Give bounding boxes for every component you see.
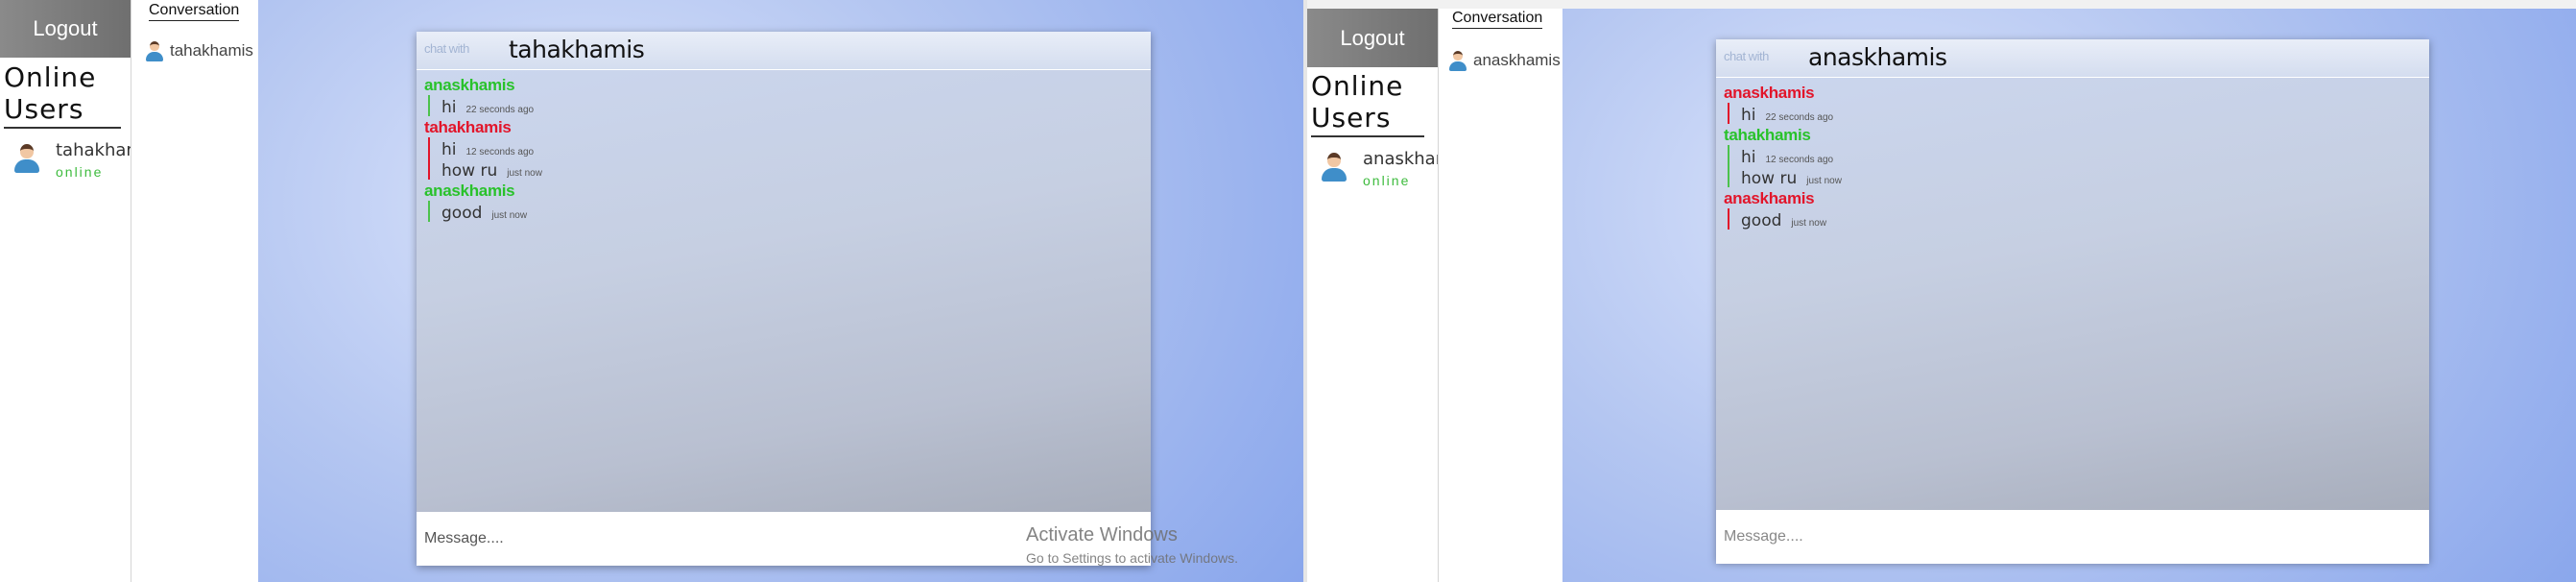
browser-top-strip [1307,0,2576,9]
message-time: just now [507,168,542,179]
chat-with-label: chat with [424,41,469,56]
online-users-title: Online Users [4,61,121,129]
message: hi 22 seconds ago [1741,106,1834,125]
message-sender: anaskhamis [424,76,515,94]
message-group: tahakhamis hi 12 seconds ago how ru just… [424,118,542,181]
chat-messages-area: anaskhamis hi 22 seconds ago tahakhamis … [1716,78,2429,510]
chat-header: chat with anaskhamis [1716,39,2429,78]
online-users-panel: Logout Online Users tahakhamis online [0,0,131,582]
online-users-panel: Logout Online Users anaskhamis online [1307,9,1438,582]
message-group: anaskhamis good just now [424,182,528,223]
user-avatar-icon [1317,149,1351,183]
chat-header: chat with tahakhamis [417,32,1151,70]
message: hi 12 seconds ago [1741,148,1834,167]
message-sender: tahakhamis [424,118,512,136]
message-sender: anaskhamis [424,182,515,200]
conversation-user-name: anaskhamis [1473,51,1561,69]
online-status: online [1363,173,1411,188]
chat-window: chat with anaskhamis anaskhamis hi 22 se… [1716,39,2429,564]
message-sender: anaskhamis [1724,189,1815,207]
chat-window: chat with tahakhamis anaskhamis hi 22 se… [417,32,1151,566]
conversation-title: Conversation [1452,10,1543,29]
message: how ru just now [441,161,542,181]
message-time: just now [1806,176,1842,186]
message: hi 12 seconds ago [441,140,535,159]
message-group: anaskhamis hi 22 seconds ago [424,76,535,117]
message-time: 12 seconds ago [1765,155,1834,165]
chat-messages-area: anaskhamis hi 22 seconds ago tahakhamis … [417,70,1151,512]
message-group: anaskhamis good just now [1724,189,1826,230]
online-user-entry[interactable]: tahakhamis online [10,140,131,180]
online-user-name: tahakhamis [56,140,131,160]
chat-with-label: chat with [1724,49,1769,63]
conversation-item[interactable]: tahakhamis [143,39,253,62]
message: good just now [441,204,528,223]
chat-title: tahakhamis [509,36,645,63]
user-avatar-icon [1446,49,1469,72]
user-avatar-icon [10,140,44,175]
message-time: 12 seconds ago [465,147,535,158]
conversation-title: Conversation [149,2,240,21]
online-status: online [56,164,104,180]
user-avatar-icon [143,39,166,62]
message-input[interactable] [1724,525,2152,548]
message-input[interactable] [424,527,865,550]
online-users-title: Online Users [1311,70,1424,137]
conversation-panel: Conversation tahakhamis [131,0,258,582]
message: how ru just now [1741,169,1842,188]
message-time: just now [1791,218,1827,229]
conversation-panel: Conversation anaskhamis [1438,9,1562,582]
message-group: anaskhamis hi 22 seconds ago [1724,84,1834,125]
message-sender: anaskhamis [1724,84,1815,102]
chat-title: anaskhamis [1808,43,1947,71]
message-input-bar [1716,510,2429,564]
online-user-name: anaskhamis [1363,149,1438,169]
conversation-user-name: tahakhamis [170,41,253,60]
activate-windows-watermark: Activate Windows Go to Settings to activ… [1026,524,1238,566]
message-sender: tahakhamis [1724,126,1811,144]
logout-button[interactable]: Logout [0,0,131,58]
message-time: 22 seconds ago [1765,112,1834,123]
left-browser-pane: Logout Online Users tahakhamis online Co… [0,0,1303,582]
message: good just now [1741,211,1827,230]
online-user-entry[interactable]: anaskhamis online [1317,149,1438,188]
message: hi 22 seconds ago [441,98,535,117]
message-group: tahakhamis hi 12 seconds ago how ru just… [1724,126,1842,188]
message-time: 22 seconds ago [465,105,535,115]
conversation-item[interactable]: anaskhamis [1446,49,1561,72]
message-time: just now [491,210,528,221]
right-browser-pane: Logout Online Users anaskhamis online Co… [1307,0,2576,582]
logout-button[interactable]: Logout [1307,9,1438,67]
